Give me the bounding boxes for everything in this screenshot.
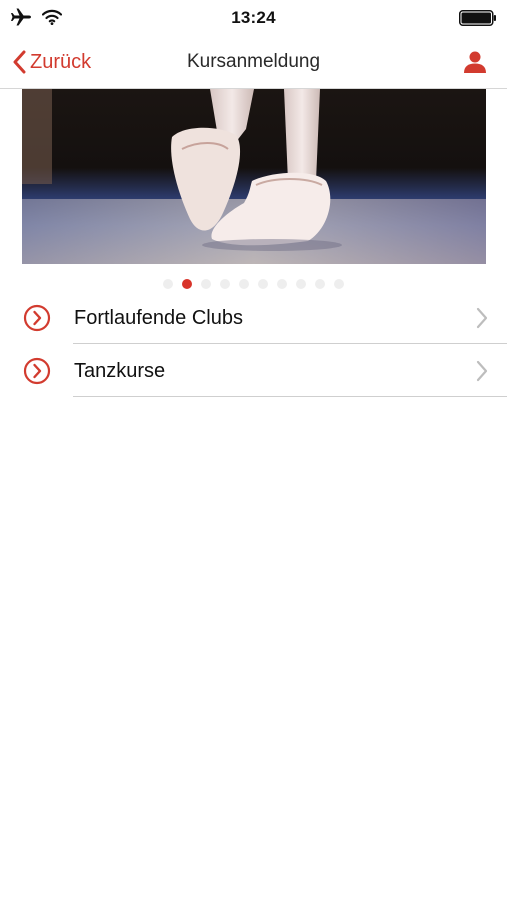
- chevron-right-icon: [476, 307, 488, 334]
- page-title: Kursanmeldung: [186, 51, 321, 72]
- battery-icon: [459, 10, 497, 31]
- carousel-page-dot[interactable]: [201, 279, 211, 289]
- carousel-page-dot[interactable]: [239, 279, 249, 289]
- list-item-label: Tanzkurse: [74, 360, 166, 382]
- divider: [73, 396, 507, 397]
- carousel-page-indicator[interactable]: [0, 279, 507, 289]
- carousel-page-dot[interactable]: [182, 279, 192, 289]
- person-icon: [463, 51, 487, 78]
- course-list: Fortlaufende Clubs Tanzkurse: [0, 291, 507, 397]
- list-item-tanzkurse[interactable]: Tanzkurse: [0, 344, 507, 397]
- circle-chevron-right-icon: [23, 304, 51, 337]
- navigation-bar: Zurück Kursanmeldung: [0, 36, 507, 89]
- list-item-label: Fortlaufende Clubs: [74, 307, 243, 329]
- chevron-right-icon: [476, 360, 488, 387]
- carousel-page-dot[interactable]: [315, 279, 325, 289]
- carousel-image[interactable]: [22, 89, 486, 264]
- status-bar: 13:24: [0, 0, 507, 36]
- circle-chevron-right-icon: [23, 357, 51, 390]
- carousel-page-dot[interactable]: [277, 279, 287, 289]
- carousel-page-dot[interactable]: [296, 279, 306, 289]
- list-item-fortlaufende-clubs[interactable]: Fortlaufende Clubs: [0, 291, 507, 344]
- profile-button[interactable]: [463, 50, 487, 79]
- carousel-page-dot[interactable]: [220, 279, 230, 289]
- carousel-page-dot[interactable]: [334, 279, 344, 289]
- carousel-page-dot[interactable]: [258, 279, 268, 289]
- ballet-shoes-image: [22, 89, 486, 264]
- status-time: 13:24: [231, 8, 276, 27]
- carousel-page-dot[interactable]: [163, 279, 173, 289]
